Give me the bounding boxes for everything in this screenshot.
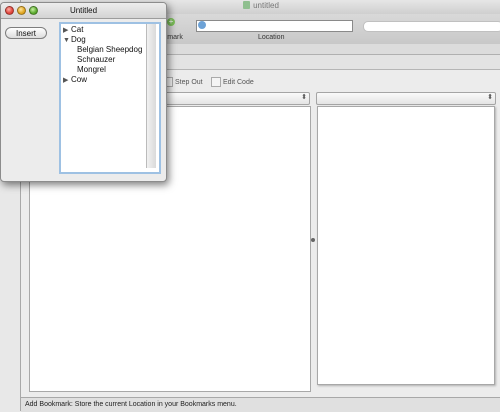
location-input[interactable] (196, 20, 353, 32)
tree-item-cat[interactable]: ▶ Cat (63, 25, 83, 34)
tree-item-belgian-sheepdog[interactable]: Belgian Sheepdog (77, 45, 142, 54)
left-pane-popup[interactable]: ⬍ (146, 92, 310, 105)
outline-scrollbar[interactable] (146, 24, 156, 168)
palette-window: Untitled Insert ▶ Cat ▼Dog Belgian Sheepd… (0, 2, 167, 182)
tree-item-label: Belgian Sheepdog (77, 45, 143, 54)
edit-code-button[interactable]: Edit Code (211, 77, 254, 87)
right-content-pane[interactable] (317, 106, 495, 385)
edit-code-label: Edit Code (223, 78, 254, 86)
insert-button[interactable]: Insert (5, 27, 47, 39)
tree-item-label: Cow (71, 75, 88, 84)
tree-item-label: Schnauzer (77, 55, 116, 64)
window-title: untitled (253, 1, 279, 10)
location-label: Location (258, 34, 285, 41)
edit-code-icon (211, 77, 221, 87)
tree-item-schnauzer[interactable]: Schnauzer (77, 55, 115, 64)
tree-item-mongrel[interactable]: Mongrel (77, 65, 106, 74)
step-out-button[interactable]: Step Out (163, 77, 203, 87)
disclosure-collapsed-icon[interactable]: ▶ (63, 26, 71, 34)
status-text: Add Bookmark: Store the current Location… (25, 401, 237, 408)
popup-arrow-icon: ⬍ (487, 94, 493, 101)
status-bar: Add Bookmark: Store the current Location… (21, 397, 500, 412)
document-icon (243, 1, 251, 9)
tree-item-label: Cat (71, 25, 84, 34)
tree-item-dog[interactable]: ▼Dog (63, 35, 86, 44)
tree-item-label: Dog (71, 35, 86, 44)
disclosure-collapsed-icon[interactable]: ▶ (63, 76, 71, 84)
tree-item-label: Mongrel (77, 65, 106, 74)
add-bookmark-icon[interactable]: + (167, 18, 175, 26)
step-out-label: Step Out (175, 78, 203, 86)
disclosure-expanded-icon[interactable]: ▼ (63, 37, 71, 44)
splitter-handle[interactable] (311, 238, 315, 242)
search-input[interactable] (363, 21, 500, 32)
popup-arrow-icon: ⬍ (301, 94, 307, 101)
palette-title: Untitled (69, 6, 98, 15)
tree-item-cow[interactable]: ▶ Cow (63, 75, 87, 84)
right-pane-popup[interactable]: ⬍ (316, 92, 496, 105)
palette-titlebar[interactable]: Untitled (1, 3, 166, 19)
globe-icon (198, 21, 206, 29)
